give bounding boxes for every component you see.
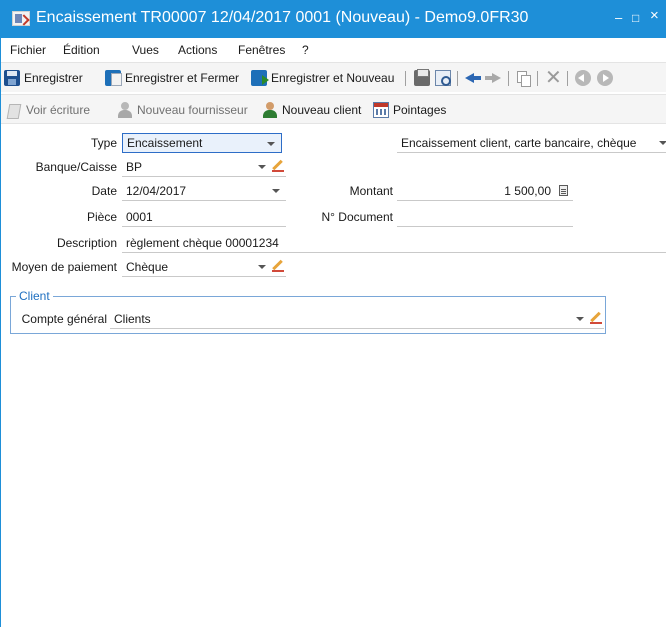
- toolbar-separator: [405, 71, 406, 86]
- menu-vues[interactable]: Vues: [132, 43, 159, 57]
- description-field[interactable]: règlement chèque 00001234: [122, 233, 666, 253]
- minimize-button[interactable]: –: [615, 10, 622, 26]
- edit-icon[interactable]: [272, 260, 284, 272]
- chevron-down-icon: [267, 142, 275, 146]
- new-client-button[interactable]: Nouveau client: [262, 101, 368, 119]
- save-new-icon: [251, 70, 269, 86]
- calendar-icon: [373, 102, 389, 118]
- piece-label: Pièce: [86, 210, 117, 224]
- bank-label: Banque/Caisse: [35, 160, 117, 174]
- save-button[interactable]: Enregistrer: [4, 69, 98, 87]
- window-title: Encaissement TR00007 12/04/2017 0001 (No…: [36, 9, 529, 26]
- client-group: Client Compte général Clients: [10, 289, 606, 334]
- menu-fichier[interactable]: Fichier: [10, 43, 46, 57]
- toolbar-separator: [457, 71, 458, 86]
- main-toolbar: Enregistrer Enregistrer et Fermer Enregi…: [1, 62, 666, 92]
- client-group-legend: Client: [16, 289, 53, 303]
- save-icon: [4, 70, 20, 86]
- print-icon[interactable]: [414, 69, 430, 86]
- chevron-down-icon: [272, 189, 280, 193]
- toolbar-separator: [508, 71, 509, 86]
- view-entry-button[interactable]: Voir écriture: [6, 101, 109, 119]
- type-select[interactable]: Encaissement: [122, 133, 282, 153]
- forward-arrow-icon[interactable]: [485, 70, 501, 86]
- chevron-down-icon: [659, 141, 666, 145]
- calculator-icon[interactable]: [559, 185, 568, 196]
- payment-method-select[interactable]: Chèque: [122, 257, 286, 277]
- menu-actions[interactable]: Actions: [178, 43, 217, 57]
- print-preview-icon[interactable]: [435, 70, 451, 86]
- general-account-select[interactable]: Clients: [110, 309, 604, 329]
- toolbar-separator: [537, 71, 538, 86]
- save-close-icon: [105, 70, 122, 86]
- menu-edition[interactable]: Édition: [63, 43, 100, 57]
- toolbar-separator: [567, 71, 568, 86]
- maximize-button[interactable]: □: [632, 10, 639, 26]
- close-button[interactable]: ×: [650, 8, 659, 24]
- save-new-button[interactable]: Enregistrer et Nouveau: [251, 69, 399, 87]
- entry-icon: [6, 102, 22, 118]
- type-description-select[interactable]: Encaissement client, carte bancaire, chè…: [397, 133, 666, 153]
- reconciliations-button[interactable]: Pointages: [373, 101, 453, 119]
- chevron-down-icon: [258, 265, 266, 269]
- menu-bar: Fichier Édition Vues Actions Fenêtres ?: [1, 38, 666, 62]
- chevron-down-icon: [576, 317, 584, 321]
- copy-icon[interactable]: [515, 70, 531, 87]
- previous-record-icon[interactable]: [575, 70, 591, 86]
- amount-label: Montant: [349, 184, 393, 198]
- date-field[interactable]: 12/04/2017: [122, 181, 286, 201]
- document-number-field[interactable]: [397, 207, 573, 227]
- delete-icon[interactable]: ✕: [545, 68, 562, 88]
- next-record-icon[interactable]: [597, 70, 613, 86]
- menu-help[interactable]: ?: [302, 43, 309, 57]
- type-label: Type: [90, 136, 117, 150]
- save-close-button[interactable]: Enregistrer et Fermer: [105, 69, 245, 87]
- bank-select[interactable]: BP: [122, 157, 286, 177]
- edit-icon[interactable]: [272, 160, 284, 172]
- app-icon: [12, 11, 30, 26]
- secondary-toolbar: Voir écriture Nouveau fournisseur Nouvea…: [1, 94, 666, 124]
- back-arrow-icon[interactable]: [465, 70, 481, 86]
- general-account-label: Compte général: [21, 312, 107, 326]
- piece-field[interactable]: 0001: [122, 207, 286, 227]
- date-label: Date: [91, 184, 117, 198]
- client-icon: [262, 102, 278, 118]
- description-label: Description: [56, 236, 117, 250]
- chevron-down-icon: [258, 165, 266, 169]
- amount-field[interactable]: 1 500,00: [397, 181, 573, 201]
- document-number-label: N° Document: [321, 210, 394, 224]
- window: Encaissement TR00007 12/04/2017 0001 (No…: [0, 0, 666, 627]
- supplier-icon: [117, 102, 133, 118]
- new-supplier-button[interactable]: Nouveau fournisseur: [117, 101, 257, 119]
- menu-fenetres[interactable]: Fenêtres: [238, 43, 285, 57]
- edit-icon[interactable]: [590, 312, 602, 324]
- payment-method-label: Moyen de paiement: [11, 260, 117, 274]
- title-bar: Encaissement TR00007 12/04/2017 0001 (No…: [1, 0, 666, 38]
